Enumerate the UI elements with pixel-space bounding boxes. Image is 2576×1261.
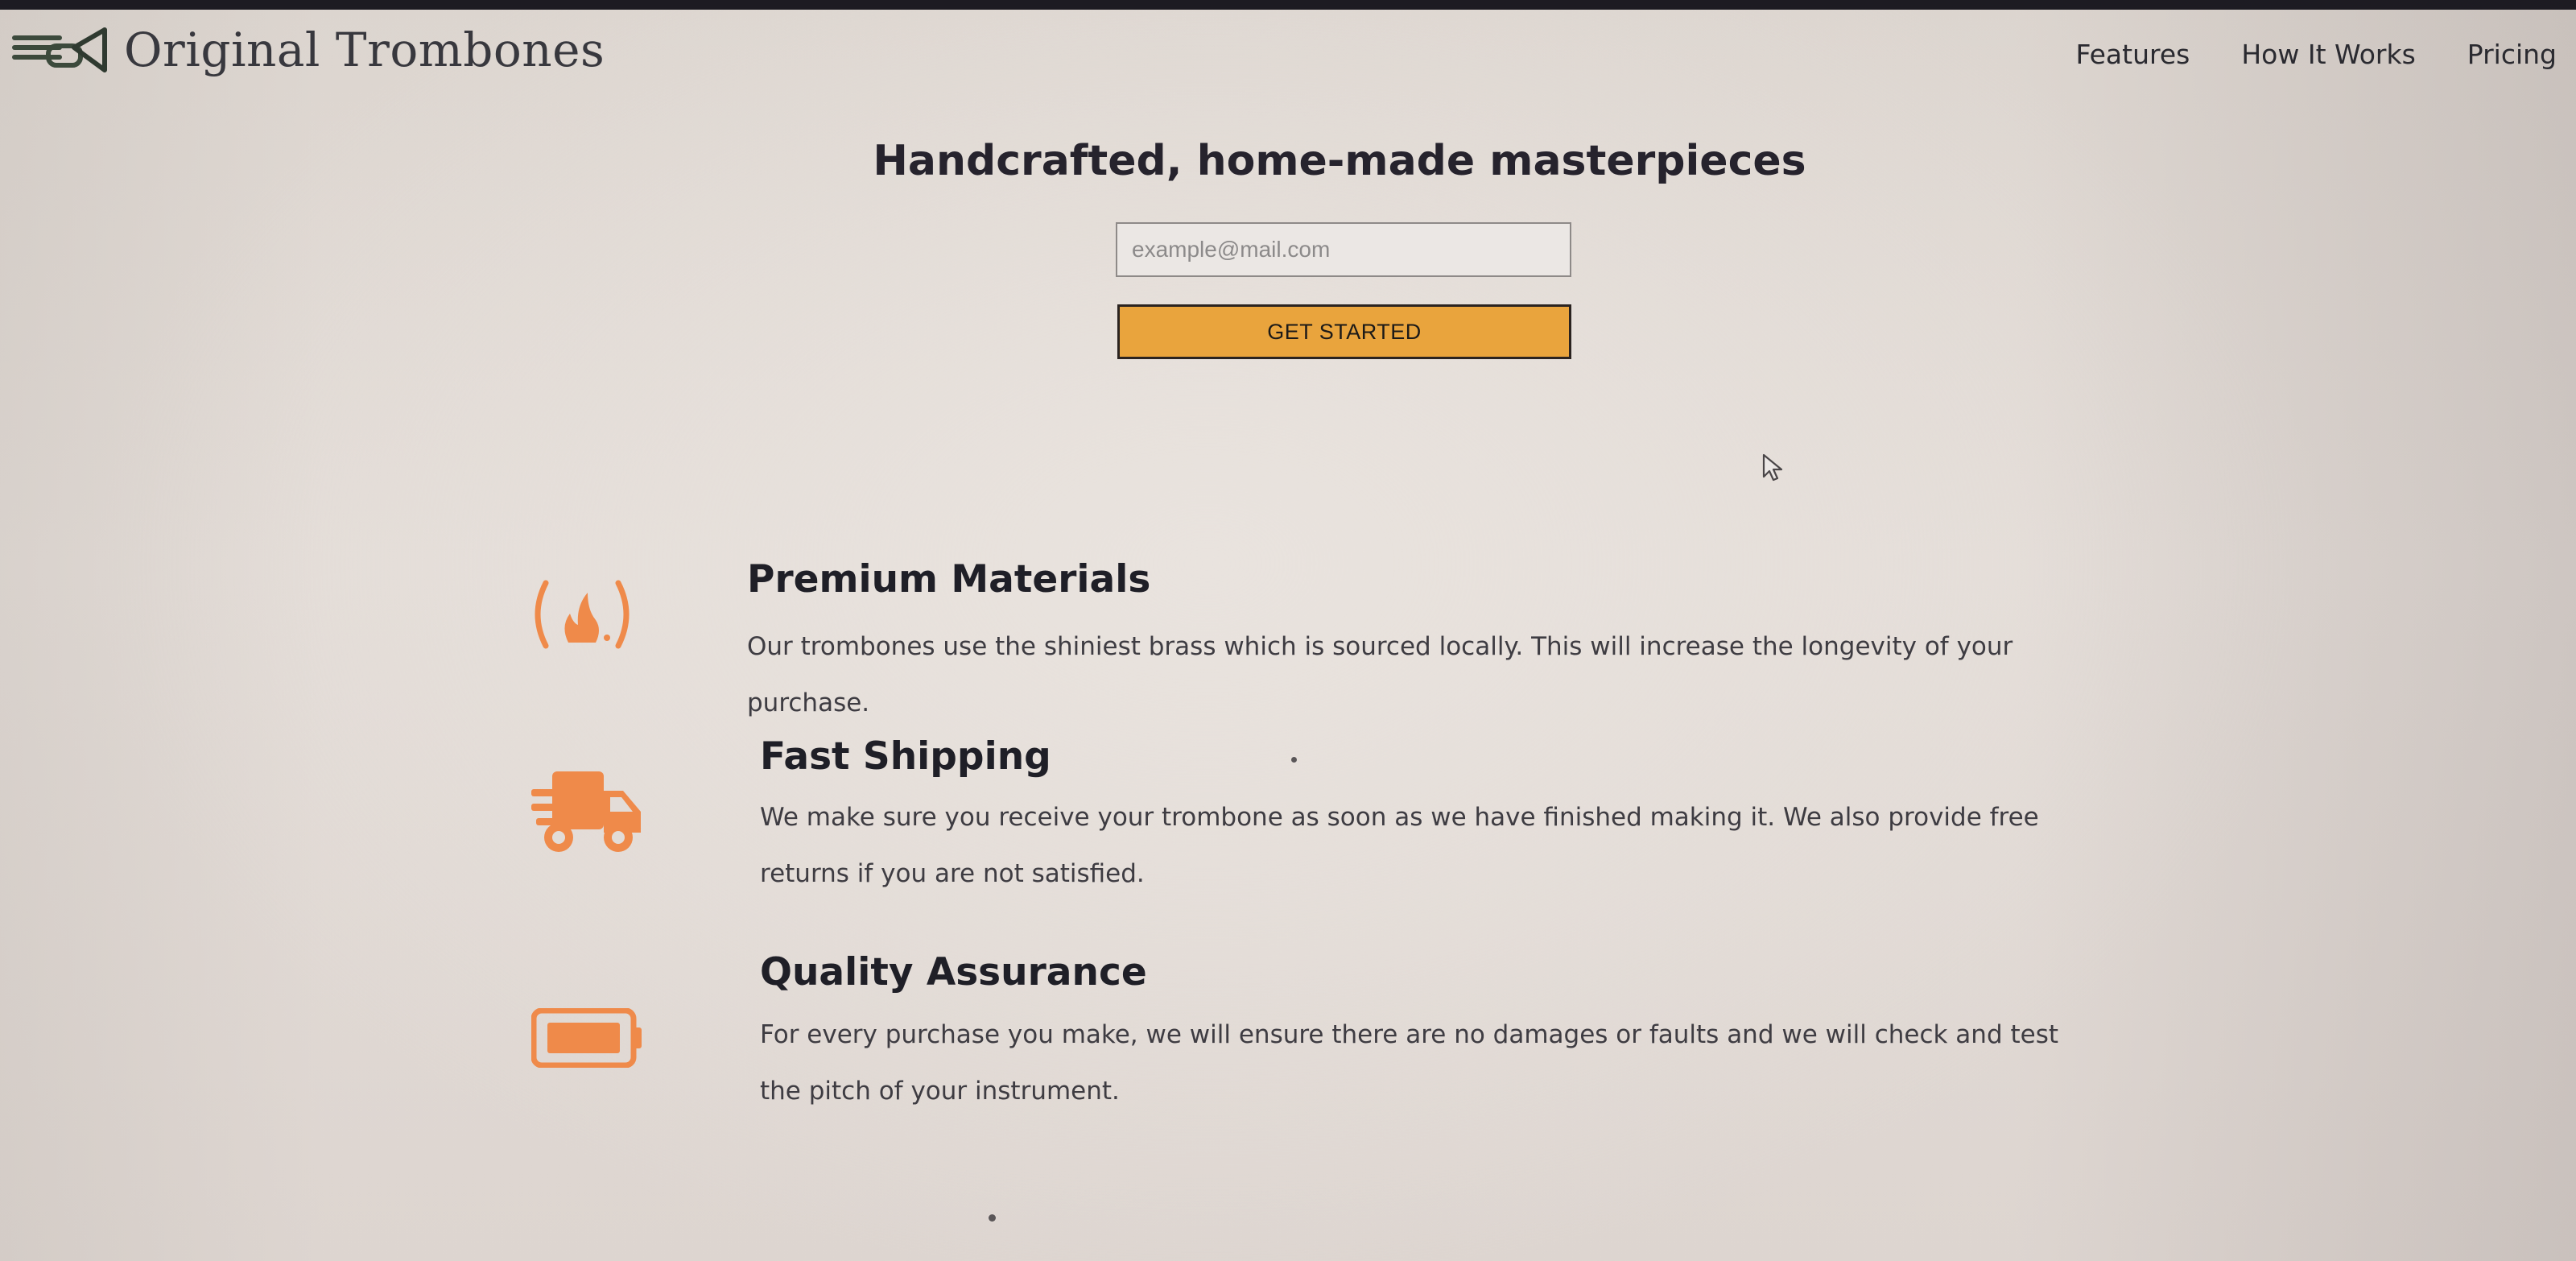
trombone-logo-icon bbox=[12, 27, 107, 72]
get-started-button[interactable]: GET STARTED bbox=[1117, 304, 1571, 359]
feature-title-fast-shipping: Fast Shipping bbox=[760, 734, 1051, 779]
mouse-cursor-icon bbox=[1762, 453, 1783, 482]
fire-icon bbox=[535, 580, 630, 649]
truck-icon bbox=[531, 771, 641, 852]
feature-description-fast-shipping: We make sure you receive your trombone a… bbox=[760, 803, 2039, 888]
dust-speck bbox=[1291, 757, 1297, 763]
screen-bezel bbox=[0, 0, 2576, 10]
dust-speck bbox=[989, 1214, 996, 1222]
hero-title: Handcrafted, home-made masterpieces bbox=[873, 137, 1806, 185]
battery-icon bbox=[531, 1008, 642, 1068]
feature-title-quality-assurance: Quality Assurance bbox=[760, 950, 1147, 994]
background-vignette-left bbox=[0, 0, 322, 1261]
feature-title-premium-materials: Premium Materials bbox=[747, 557, 1151, 602]
email-input[interactable] bbox=[1116, 222, 1571, 277]
nav-link-how-it-works[interactable]: How It Works bbox=[2241, 39, 2415, 70]
logo-text: Original Trombones bbox=[124, 23, 605, 77]
nav-link-features[interactable]: Features bbox=[2075, 39, 2190, 70]
main-nav: Features How It Works Pricing bbox=[2024, 39, 2557, 70]
logo-link[interactable]: Original Trombones bbox=[11, 18, 605, 82]
feature-description-premium-materials: Our trombones use the shiniest brass whi… bbox=[747, 632, 2013, 717]
feature-description-quality-assurance: For every purchase you make, we will ens… bbox=[760, 1020, 2059, 1106]
nav-link-pricing[interactable]: Pricing bbox=[2467, 39, 2557, 70]
